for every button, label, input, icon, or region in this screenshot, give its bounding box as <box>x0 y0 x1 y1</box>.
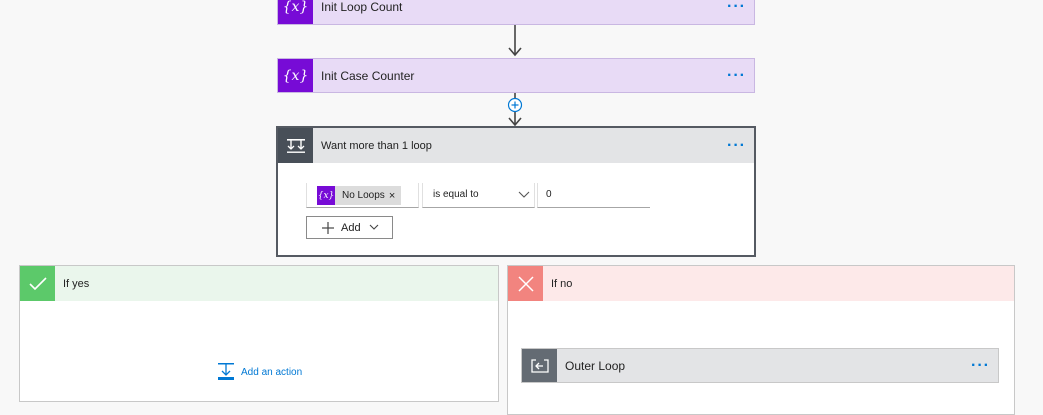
right-operand-value: 0 <box>546 189 552 200</box>
init-loop-count-title: Init Loop Count <box>321 0 403 14</box>
outer-loop-card[interactable]: Outer Loop ··· <box>521 348 999 383</box>
chevron-down-icon <box>369 224 378 230</box>
loop-icon <box>522 349 557 382</box>
if-yes-branch: If yes Add an action <box>19 265 499 402</box>
dynamic-content-token[interactable]: {x} No Loops × <box>317 186 402 205</box>
if-no-title: If no <box>551 277 573 290</box>
chevron-down-icon <box>518 191 530 198</box>
init-loop-count-card[interactable]: {x} Init Loop Count ··· <box>277 0 755 25</box>
variable-icon: {x} <box>278 59 313 92</box>
plus-icon <box>322 221 334 234</box>
remove-token-icon[interactable]: × <box>389 190 401 202</box>
operator-value: is equal to <box>433 189 479 200</box>
add-condition-button[interactable]: Add <box>306 216 393 239</box>
condition-card[interactable]: Want more than 1 loop ··· {x} No Loops ×… <box>276 126 756 257</box>
if-no-branch: If no Outer Loop ··· <box>507 265 1015 415</box>
if-no-header[interactable]: If no <box>508 266 1014 301</box>
add-an-action-button[interactable]: Add an action <box>218 363 302 381</box>
flow-connector-arrow <box>508 24 522 57</box>
condition-header[interactable]: Want more than 1 loop ··· <box>278 128 754 163</box>
checkmark-icon <box>20 266 55 301</box>
if-yes-title: If yes <box>63 277 90 290</box>
condition-icon <box>278 128 313 163</box>
add-an-action-label: Add an action <box>241 366 303 378</box>
condition-title: Want more than 1 loop <box>321 139 432 152</box>
if-yes-header[interactable]: If yes <box>20 266 498 301</box>
more-options-button[interactable]: ··· <box>727 0 746 24</box>
token-label: No Loops <box>342 190 385 201</box>
init-case-counter-card[interactable]: {x} Init Case Counter ··· <box>277 58 755 93</box>
variable-icon: {x} <box>278 0 313 24</box>
insert-step-plus-icon[interactable] <box>507 97 523 113</box>
add-action-icon <box>218 363 234 380</box>
more-options-button[interactable]: ··· <box>971 349 990 382</box>
left-operand-field[interactable]: {x} No Loops × <box>306 183 419 208</box>
add-button-label: Add <box>341 221 361 234</box>
more-options-button[interactable]: ··· <box>727 128 746 163</box>
close-icon <box>508 266 543 301</box>
outer-loop-title: Outer Loop <box>565 358 626 373</box>
variable-icon: {x} <box>317 186 335 205</box>
operator-dropdown[interactable]: is equal to <box>422 183 535 208</box>
more-options-button[interactable]: ··· <box>727 59 746 92</box>
init-case-counter-title: Init Case Counter <box>321 68 415 83</box>
right-operand-field[interactable]: 0 <box>537 183 650 208</box>
